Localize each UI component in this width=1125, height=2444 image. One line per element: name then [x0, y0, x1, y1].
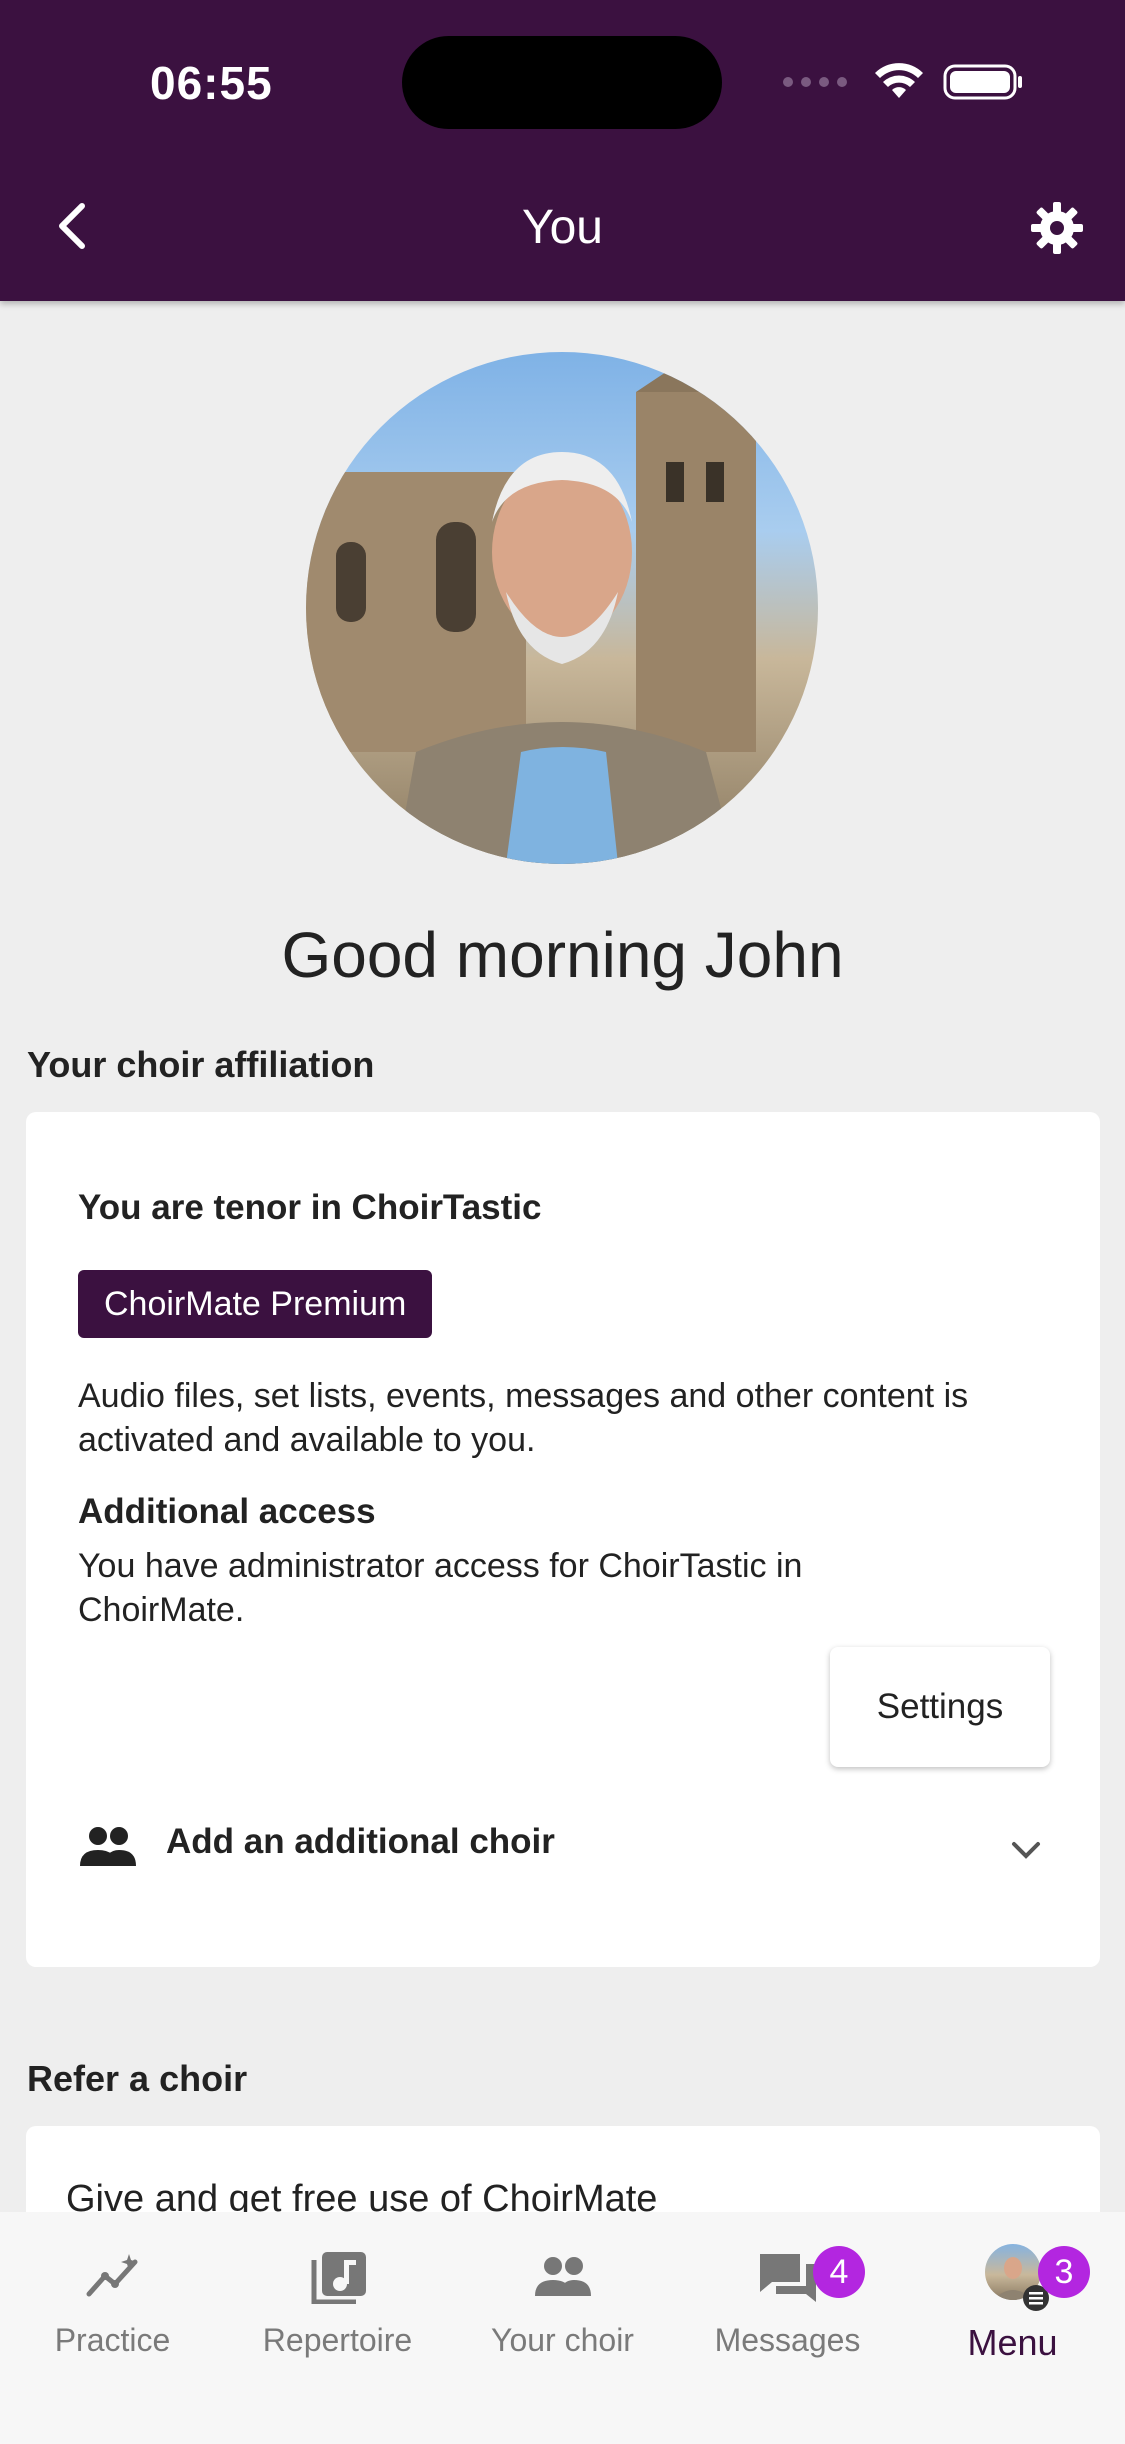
app-header: 06:55 You	[0, 0, 1125, 301]
nav-repertoire[interactable]: Repertoire	[225, 2232, 450, 2362]
nav-your-choir-label: Your choir	[491, 2322, 634, 2358]
nav-messages[interactable]: 4 Messages	[675, 2232, 900, 2362]
gear-icon[interactable]	[1029, 200, 1085, 256]
affiliation-card: You are tenor in ChoirTastic ChoirMate P…	[26, 1112, 1100, 1967]
wifi-icon	[875, 63, 923, 98]
nav-menu[interactable]: 3 Menu	[900, 2232, 1125, 2363]
page-title: You	[522, 201, 603, 254]
nav-messages-label: Messages	[714, 2322, 861, 2358]
settings-button[interactable]: Settings	[830, 1647, 1050, 1767]
avatar-photo	[306, 352, 756, 864]
add-choir-label: Add an additional choir	[166, 1822, 555, 1861]
nav-practice[interactable]: Practice	[0, 2232, 225, 2362]
section-title-affiliation: Your choir affiliation	[27, 1044, 375, 1085]
nav-menu-label: Menu	[967, 2322, 1058, 2363]
nav-repertoire-label: Repertoire	[262, 2322, 413, 2358]
menu-badge: 3	[1038, 2246, 1090, 2298]
greeting-text: Good morning John	[281, 919, 844, 991]
practice-chart-icon	[86, 2254, 137, 2297]
music-note-icon	[311, 2252, 366, 2304]
messages-badge: 4	[813, 2246, 865, 2298]
additional-access-title: Additional access	[78, 1492, 376, 1531]
people-icon	[534, 2257, 591, 2296]
people-icon	[80, 1827, 136, 1866]
additional-access-text: You have administrator access for ChoirT…	[78, 1547, 803, 1629]
nav-your-choir[interactable]: Your choir	[450, 2232, 675, 2362]
status-icons	[783, 62, 1025, 102]
role-text: You are tenor in ChoirTastic	[78, 1188, 542, 1227]
add-choir-expander[interactable]: Add an additional choir	[78, 1818, 1048, 1878]
premium-badge: ChoirMate Premium	[78, 1270, 433, 1338]
battery-icon	[943, 64, 1022, 100]
nav-practice-label: Practice	[54, 2322, 171, 2358]
status-time: 06:55	[150, 57, 273, 109]
profile-avatar[interactable]	[306, 352, 818, 864]
bottom-navigation: Practice Repertoire Your choir 4 Message…	[0, 2212, 1125, 2444]
section-title-refer: Refer a choir	[27, 2058, 248, 2099]
premium-description: Audio files, set lists, events, messages…	[78, 1377, 969, 1459]
chevron-down-icon	[1012, 1842, 1040, 1859]
cellular-signal-icon	[783, 77, 847, 87]
dynamic-island	[402, 36, 722, 129]
chat-icon	[759, 2254, 816, 2302]
